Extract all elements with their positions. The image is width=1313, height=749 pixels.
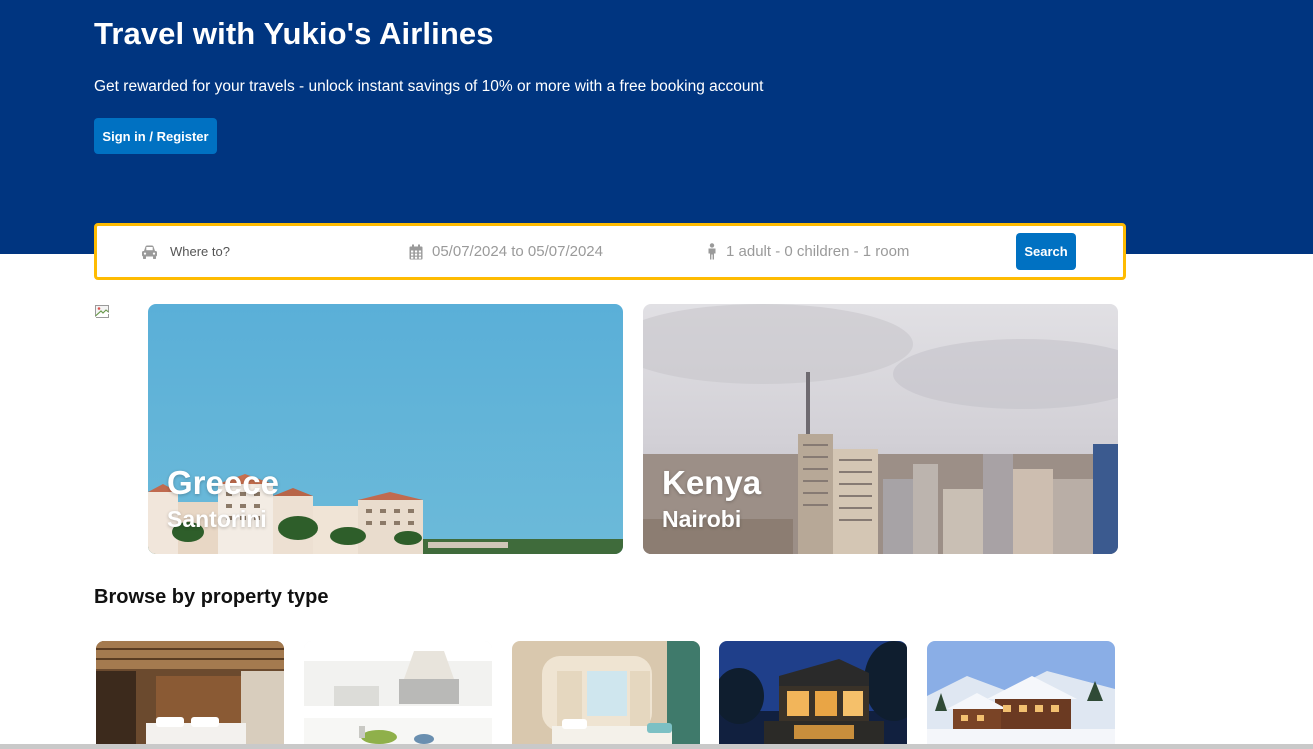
property-card-apartment[interactable] [304,641,492,749]
calendar-icon [409,244,423,260]
horizontal-scrollbar[interactable] [0,744,1313,749]
broken-image-icon [94,304,110,320]
destination-field[interactable] [141,226,352,277]
signin-register-button[interactable]: Sign in / Register [94,118,217,154]
property-card-hotel[interactable] [96,641,284,749]
featured-city: Santorini [167,506,267,532]
person-icon [707,243,717,260]
featured-card-kenya[interactable]: Kenya Nairobi [643,304,1118,554]
hero-subtitle: Get rewarded for your travels - unlock i… [94,78,764,95]
villa-photo [719,641,907,749]
property-section-title: Browse by property type [94,586,329,608]
property-card-resort[interactable] [512,641,700,749]
page-title: Travel with Yukio's Airlines [94,16,494,51]
resort-suite-photo [512,641,700,749]
property-card-villa[interactable] [719,641,907,749]
search-bar: 05/07/2024 to 05/07/2024 1 adult - 0 chi… [94,223,1126,280]
hotel-room-photo [96,641,284,749]
car-icon [141,244,158,260]
search-button[interactable]: Search [1016,233,1076,270]
featured-country: Kenya [662,464,762,501]
date-range-text: 05/07/2024 to 05/07/2024 [432,243,603,260]
featured-city: Nairobi [662,506,742,532]
apartment-kitchen-photo [304,641,492,749]
hero-banner: Travel with Yukio's Airlines Get rewarde… [0,0,1313,254]
date-range-field[interactable]: 05/07/2024 to 05/07/2024 [409,226,603,277]
guests-field[interactable]: 1 adult - 0 children - 1 room [707,226,909,277]
featured-country: Greece [167,464,279,501]
guests-text: 1 adult - 0 children - 1 room [726,243,910,260]
destination-input[interactable] [168,243,352,260]
chalet-photo [927,641,1115,749]
featured-card-greece[interactable]: Greece Santorini [148,304,623,554]
property-card-chalet[interactable] [927,641,1115,749]
